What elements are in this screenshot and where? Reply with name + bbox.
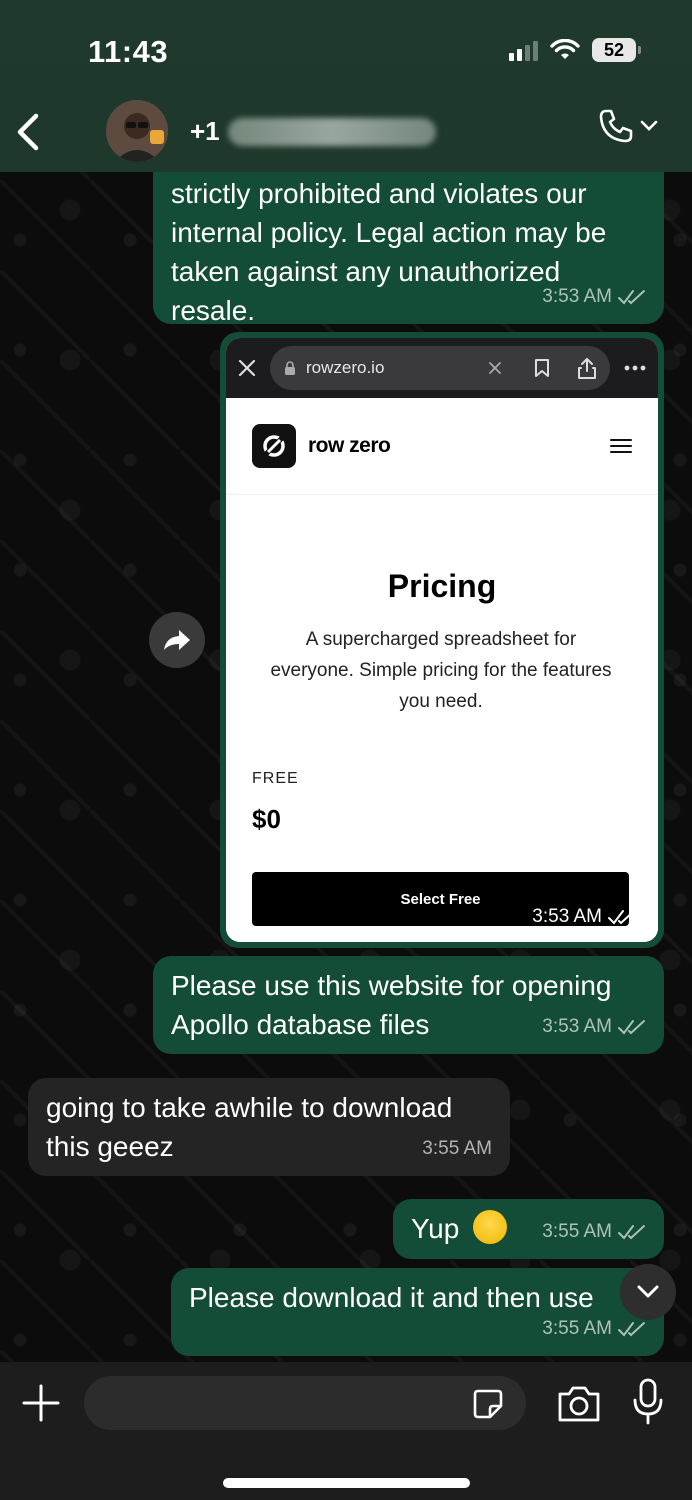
- share-icon: [578, 358, 596, 379]
- message-meta: 3:53 AM: [542, 1007, 646, 1046]
- message-meta: 3:55 AM: [542, 1212, 646, 1251]
- microphone-icon[interactable]: [632, 1378, 664, 1426]
- lock-icon: [285, 361, 295, 375]
- shared-screenshot[interactable]: rowzero.io row zero Pricing A supercharg…: [226, 338, 658, 942]
- back-chevron-icon[interactable]: [14, 110, 44, 154]
- chat-header: 11:43 52 +1: [0, 0, 692, 172]
- read-receipt-icon: [608, 910, 635, 925]
- plan-name: FREE: [252, 770, 299, 787]
- message-input[interactable]: [84, 1376, 526, 1430]
- message-text-line: internal policy. Legal action may be: [171, 217, 607, 248]
- message-meta: 3:55 AM: [542, 1309, 646, 1348]
- site-navbar: row zero: [226, 398, 658, 495]
- battery-indicator: 52: [592, 38, 641, 62]
- read-receipt-icon: [618, 1019, 645, 1035]
- phone-icon: [599, 109, 633, 143]
- pricing-heading: Pricing: [387, 568, 497, 604]
- chevron-down-icon: [637, 1285, 659, 1298]
- message-bubble-incoming[interactable]: going to take awhile to download this ge…: [28, 1078, 510, 1176]
- forward-button[interactable]: [149, 612, 205, 668]
- hamburger-menu-icon: [610, 439, 632, 453]
- message-bubble-outgoing[interactable]: Yup 3:55 AM: [393, 1199, 664, 1259]
- camera-icon[interactable]: [556, 1384, 602, 1424]
- message-time: 3:55 AM: [542, 1318, 612, 1339]
- message-time: 3:53 AM: [542, 1016, 612, 1037]
- message-time: 3:55 AM: [422, 1138, 492, 1159]
- message-time: 3:53 AM: [532, 906, 602, 927]
- status-time: 11:43: [88, 34, 169, 69]
- chevron-down-icon: [640, 120, 658, 131]
- row-zero-logo-icon: [252, 424, 296, 468]
- contact-prefix: +1: [190, 116, 220, 146]
- website-content: row zero Pricing A supercharged spreadsh…: [226, 398, 658, 942]
- message-meta: 3:55 AM: [422, 1129, 492, 1168]
- call-button[interactable]: [598, 108, 658, 144]
- read-receipt-icon: [618, 1321, 645, 1337]
- message-meta: 3:53 AM: [542, 277, 646, 316]
- message-text-line: strictly prohibited and violates our: [171, 178, 587, 209]
- url-bar: rowzero.io: [270, 346, 610, 390]
- avatar[interactable]: [106, 100, 168, 162]
- status-icons: 52: [509, 38, 641, 62]
- plus-icon[interactable]: [22, 1384, 60, 1422]
- message-bubble-outgoing[interactable]: strictly prohibited and violates our int…: [153, 150, 664, 326]
- read-receipt-icon: [618, 289, 645, 305]
- site-logo: row zero: [252, 424, 391, 468]
- forward-icon: [164, 630, 190, 650]
- pricing-subtext: A supercharged spreadsheet for everyone.…: [270, 629, 612, 712]
- clear-url-icon: [489, 362, 501, 374]
- redacted-phone-number: [227, 117, 436, 146]
- contact-name[interactable]: +1: [190, 116, 436, 147]
- site-logo-text: row zero: [308, 434, 391, 457]
- home-indicator: [223, 1478, 470, 1488]
- grinning-sweat-emoji: [473, 1209, 508, 1244]
- sticker-icon[interactable]: [472, 1388, 504, 1420]
- bookmark-icon: [535, 359, 549, 377]
- close-icon: [238, 359, 256, 377]
- message-text-line: going to take awhile to download: [46, 1092, 453, 1123]
- plan-price: $0: [252, 804, 281, 834]
- message-text: Yup: [411, 1213, 460, 1244]
- message-bubble-outgoing[interactable]: Please download it and then use 3:55 AM: [171, 1268, 664, 1356]
- message-text-line: Please use this website for opening: [171, 970, 612, 1001]
- message-bubble-outgoing[interactable]: Please use this website for opening Apol…: [153, 956, 664, 1054]
- read-receipt-icon: [618, 1224, 645, 1240]
- url-text: rowzero.io: [306, 358, 385, 377]
- wifi-icon: [550, 39, 580, 59]
- browser-bar: rowzero.io: [226, 338, 658, 398]
- more-options-icon: [624, 365, 646, 371]
- image-message[interactable]: rowzero.io row zero Pricing A supercharg…: [220, 332, 664, 948]
- message-list[interactable]: strictly prohibited and violates our int…: [0, 0, 692, 1362]
- message-meta: 3:53 AM: [532, 906, 636, 928]
- cellular-signal-icon: [509, 39, 538, 61]
- message-time: 3:55 AM: [542, 1221, 612, 1242]
- message-time: 3:53 AM: [542, 286, 612, 307]
- scroll-to-bottom-button[interactable]: [620, 1264, 676, 1320]
